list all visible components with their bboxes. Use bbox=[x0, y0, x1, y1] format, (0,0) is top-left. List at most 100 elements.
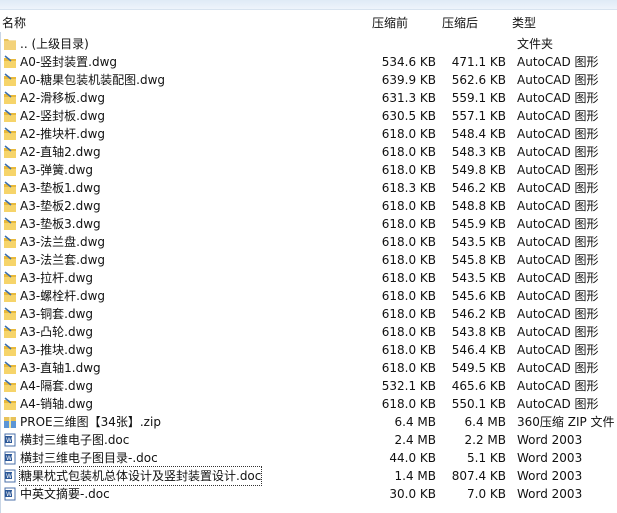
size-after: 543.8 KB bbox=[451, 325, 506, 339]
dwg-icon bbox=[4, 217, 16, 230]
column-name[interactable]: 名称 bbox=[2, 14, 26, 31]
file-row[interactable]: A3-法兰盘.dwg 618.0 KB 543.5 KB AutoCAD 图形 bbox=[0, 233, 617, 251]
file-row[interactable]: A3-推块.dwg 618.0 KB 546.4 KB AutoCAD 图形 bbox=[0, 341, 617, 359]
file-type: AutoCAD 图形 bbox=[517, 55, 599, 69]
file-type: AutoCAD 图形 bbox=[517, 397, 599, 411]
file-name: A3-垫板1.dwg bbox=[20, 181, 101, 195]
dwg-icon bbox=[4, 55, 16, 68]
file-name: A3-垫板2.dwg bbox=[20, 199, 101, 213]
file-row[interactable]: A2-直轴2.dwg 618.0 KB 548.3 KB AutoCAD 图形 bbox=[0, 143, 617, 161]
file-row[interactable]: A3-螺栓杆.dwg 618.0 KB 545.6 KB AutoCAD 图形 bbox=[0, 287, 617, 305]
size-after: 543.5 KB bbox=[451, 271, 506, 285]
file-type: AutoCAD 图形 bbox=[517, 289, 599, 303]
dwg-icon bbox=[4, 361, 16, 374]
size-before: 618.0 KB bbox=[381, 361, 436, 375]
file-name: A3-推块.dwg bbox=[20, 343, 94, 357]
size-after: 548.4 KB bbox=[451, 127, 506, 141]
size-after: 546.4 KB bbox=[451, 343, 506, 357]
file-row[interactable]: A3-凸轮.dwg 618.0 KB 543.8 KB AutoCAD 图形 bbox=[0, 323, 617, 341]
svg-text:W: W bbox=[6, 437, 12, 444]
file-type: AutoCAD 图形 bbox=[517, 91, 599, 105]
column-header: 名称 压缩前 压缩后 类型 bbox=[0, 10, 617, 32]
file-type: AutoCAD 图形 bbox=[517, 163, 599, 177]
dwg-icon bbox=[4, 235, 16, 248]
word-icon: W bbox=[4, 451, 16, 465]
file-row[interactable]: W 糖果枕式包装机总体设计及竖封装置设计.doc 1.4 MB 807.4 KB Wor… bbox=[0, 466, 617, 486]
file-row[interactable]: A2-推块杆.dwg 618.0 KB 548.4 KB AutoCAD 图形 bbox=[0, 125, 617, 143]
file-row[interactable]: A3-法兰套.dwg 618.0 KB 545.8 KB AutoCAD 图形 bbox=[0, 251, 617, 269]
column-pre-size[interactable]: 压缩前 bbox=[372, 14, 408, 31]
dwg-icon bbox=[4, 289, 16, 302]
dwg-icon bbox=[4, 343, 16, 356]
size-after: 562.6 KB bbox=[451, 73, 506, 87]
dwg-icon bbox=[4, 109, 16, 122]
file-row[interactable]: W 横封三维电子图目录-.doc 44.0 KB 5.1 KB Word 2003 bbox=[0, 449, 617, 467]
size-before: 6.4 MB bbox=[394, 415, 436, 429]
word-icon: W bbox=[4, 433, 16, 447]
dwg-icon bbox=[4, 91, 16, 104]
file-name: A3-拉杆.dwg bbox=[20, 271, 94, 285]
file-row[interactable]: A4-销轴.dwg 618.0 KB 550.1 KB AutoCAD 图形 bbox=[0, 395, 617, 413]
file-type: AutoCAD 图形 bbox=[517, 73, 599, 87]
size-after: 6.4 MB bbox=[464, 415, 506, 429]
file-type: AutoCAD 图形 bbox=[517, 361, 599, 375]
dwg-icon bbox=[4, 73, 16, 86]
size-before: 618.0 KB bbox=[381, 217, 436, 231]
size-after: 7.0 KB bbox=[467, 487, 506, 501]
file-type: AutoCAD 图形 bbox=[517, 343, 599, 357]
file-row[interactable]: A3-垫板1.dwg 618.3 KB 546.2 KB AutoCAD 图形 bbox=[0, 179, 617, 197]
file-type: AutoCAD 图形 bbox=[517, 379, 599, 393]
file-type: AutoCAD 图形 bbox=[517, 127, 599, 141]
file-type: Word 2003 bbox=[517, 469, 583, 483]
file-row[interactable]: PROE三维图【34张】.zip 6.4 MB 6.4 MB 360压缩 ZIP 文件 bbox=[0, 413, 617, 431]
file-row[interactable]: .. (上级目录) 文件夹 bbox=[0, 35, 617, 53]
size-after: 559.1 KB bbox=[451, 91, 506, 105]
word-icon: W bbox=[4, 469, 16, 483]
toolbar-strip bbox=[0, 0, 617, 10]
file-row[interactable]: A2-竖封板.dwg 630.5 KB 557.1 KB AutoCAD 图形 bbox=[0, 107, 617, 125]
file-name: A3-弹簧.dwg bbox=[20, 163, 94, 177]
file-row[interactable]: A4-隔套.dwg 532.1 KB 465.6 KB AutoCAD 图形 bbox=[0, 377, 617, 395]
size-after: 545.8 KB bbox=[451, 253, 506, 267]
size-before: 1.4 MB bbox=[394, 469, 436, 483]
file-type: 文件夹 bbox=[517, 37, 554, 51]
file-row[interactable]: A3-弹簧.dwg 618.0 KB 549.8 KB AutoCAD 图形 bbox=[0, 161, 617, 179]
size-before: 534.6 KB bbox=[381, 55, 436, 69]
size-after: 549.5 KB bbox=[451, 361, 506, 375]
file-type: AutoCAD 图形 bbox=[517, 325, 599, 339]
dwg-icon bbox=[4, 127, 16, 140]
dwg-icon bbox=[4, 325, 16, 338]
file-row[interactable]: A3-直轴1.dwg 618.0 KB 549.5 KB AutoCAD 图形 bbox=[0, 359, 617, 377]
size-before: 618.0 KB bbox=[381, 325, 436, 339]
file-type: 360压缩 ZIP 文件 bbox=[517, 415, 615, 429]
file-row[interactable]: A3-铜套.dwg 618.0 KB 546.2 KB AutoCAD 图形 bbox=[0, 305, 617, 323]
file-row[interactable]: A3-拉杆.dwg 618.0 KB 543.5 KB AutoCAD 图形 bbox=[0, 269, 617, 287]
file-row[interactable]: W 中英文摘要-.doc 30.0 KB 7.0 KB Word 2003 bbox=[0, 485, 617, 503]
file-row[interactable]: A3-垫板2.dwg 618.0 KB 548.8 KB AutoCAD 图形 bbox=[0, 197, 617, 215]
file-type: Word 2003 bbox=[517, 433, 583, 447]
file-row[interactable]: W 横封三维电子图.doc 2.4 MB 2.2 MB Word 2003 bbox=[0, 431, 617, 449]
file-row[interactable]: A2-滑移板.dwg 631.3 KB 559.1 KB AutoCAD 图形 bbox=[0, 89, 617, 107]
file-row[interactable]: A0-竖封装置.dwg 534.6 KB 471.1 KB AutoCAD 图形 bbox=[0, 53, 617, 71]
column-type[interactable]: 类型 bbox=[512, 14, 536, 31]
file-type: AutoCAD 图形 bbox=[517, 145, 599, 159]
file-type: AutoCAD 图形 bbox=[517, 307, 599, 321]
column-post-size[interactable]: 压缩后 bbox=[442, 14, 478, 31]
size-before: 630.5 KB bbox=[381, 109, 436, 123]
file-name: 中英文摘要-.doc bbox=[20, 487, 110, 501]
dwg-icon bbox=[4, 397, 16, 410]
file-row[interactable]: A3-垫板3.dwg 618.0 KB 545.9 KB AutoCAD 图形 bbox=[0, 215, 617, 233]
file-type: AutoCAD 图形 bbox=[517, 235, 599, 249]
size-after: 471.1 KB bbox=[451, 55, 506, 69]
file-name: A3-凸轮.dwg bbox=[20, 325, 94, 339]
size-before: 618.0 KB bbox=[381, 163, 436, 177]
size-after: 549.8 KB bbox=[451, 163, 506, 177]
size-before: 618.0 KB bbox=[381, 145, 436, 159]
svg-text:W: W bbox=[6, 455, 12, 462]
size-before: 2.4 MB bbox=[394, 433, 436, 447]
zip-icon bbox=[4, 417, 16, 428]
file-row[interactable]: A0-糖果包装机装配图.dwg 639.9 KB 562.6 KB AutoCAD 图… bbox=[0, 71, 617, 89]
size-before: 618.0 KB bbox=[381, 307, 436, 321]
size-after: 5.1 KB bbox=[467, 451, 506, 465]
size-before: 618.0 KB bbox=[381, 271, 436, 285]
